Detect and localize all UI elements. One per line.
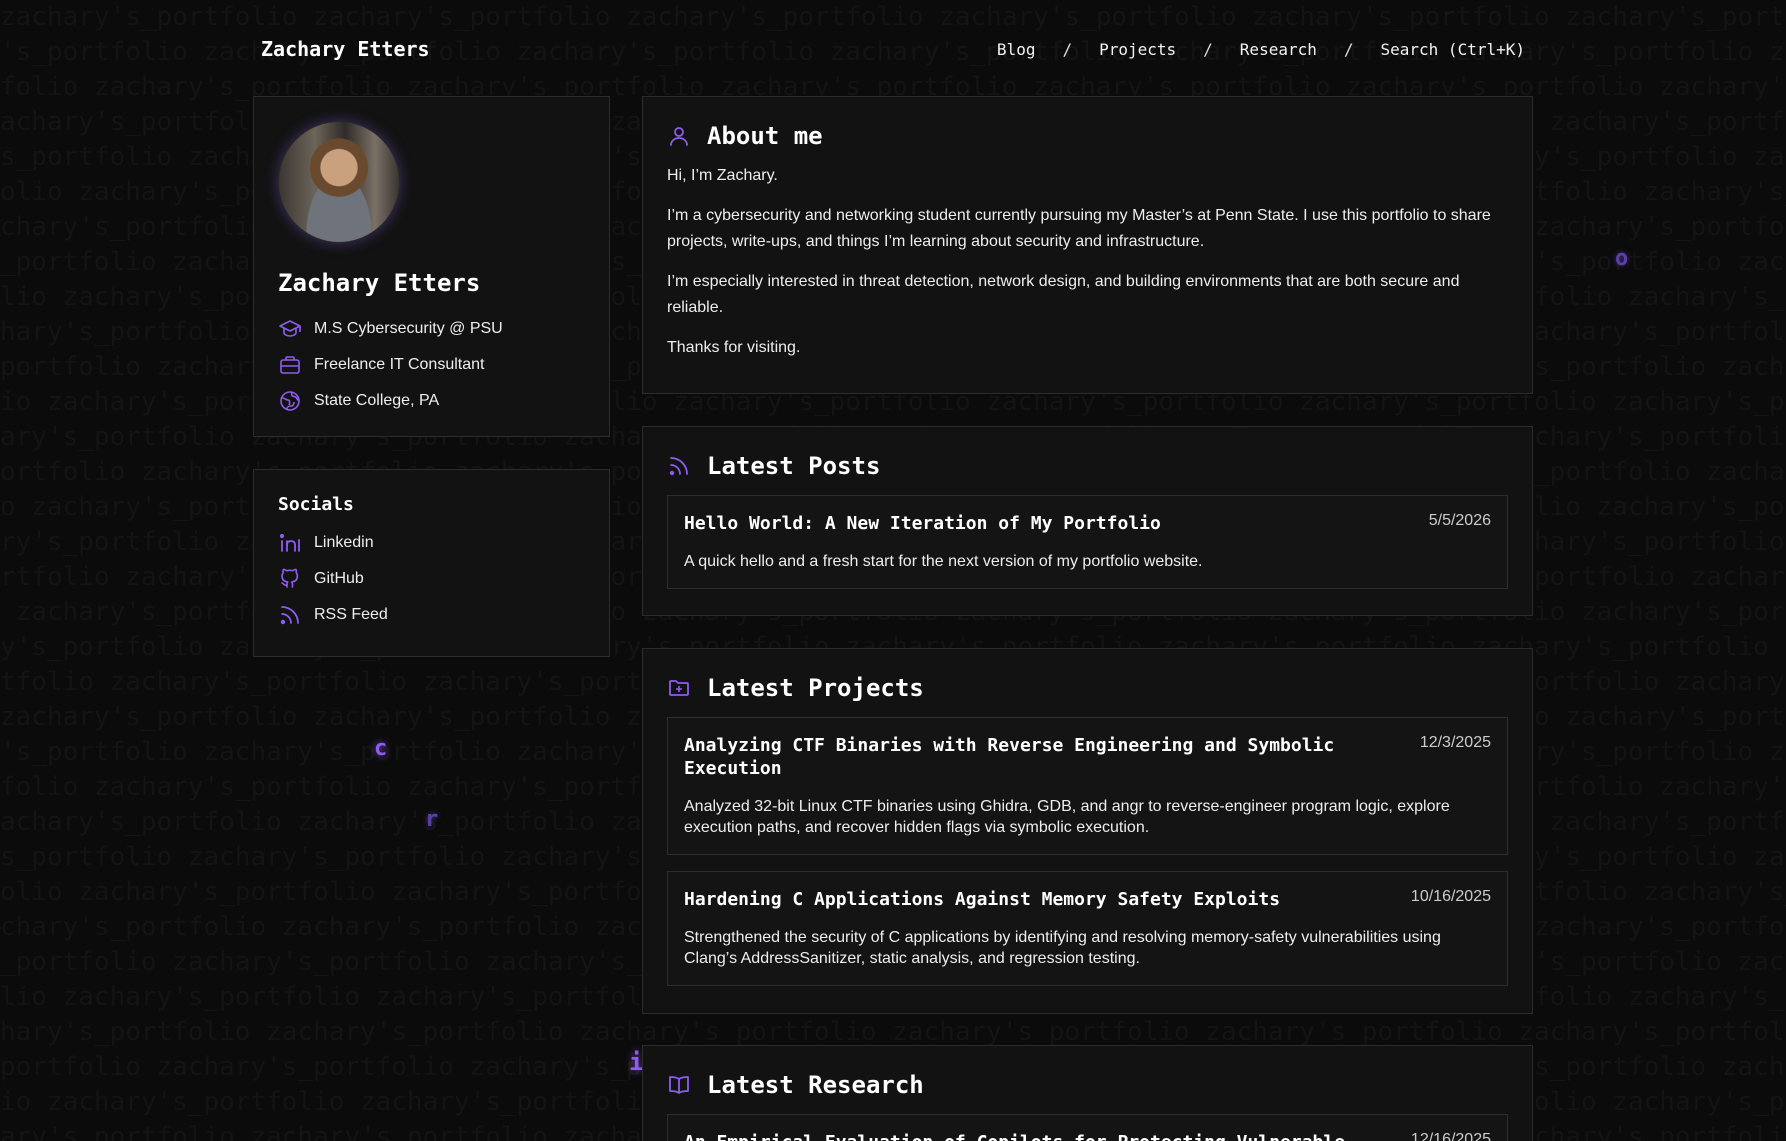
section-title: About me bbox=[667, 121, 1508, 151]
post-date: 5/5/2026 bbox=[1428, 512, 1491, 529]
nav-search-button[interactable]: Search (Ctrl+K) bbox=[1381, 40, 1526, 59]
about-paragraph: Hi, I’m Zachary. bbox=[667, 167, 778, 184]
nav-separator: / bbox=[1203, 39, 1213, 59]
nav-links: Blog / Projects / Research / Search (Ctr… bbox=[997, 40, 1525, 59]
linkedin-icon bbox=[279, 533, 300, 552]
top-navigation: Zachary Etters Blog / Projects / Researc… bbox=[261, 34, 1525, 64]
about-paragraph: I’m especially interested in threat dete… bbox=[667, 273, 1460, 316]
about-paragraph: I’m a cybersecurity and networking stude… bbox=[667, 207, 1491, 250]
background-pattern-line: zachary's_portfolio zachary's_portfolio … bbox=[0, 2, 1786, 32]
research-date: 12/16/2025 bbox=[1410, 1131, 1491, 1141]
section-title-text: Latest Projects bbox=[707, 674, 924, 702]
section-title: Latest Posts bbox=[667, 451, 1508, 481]
globe-icon bbox=[280, 391, 300, 411]
nav-separator: / bbox=[1343, 39, 1354, 59]
briefcase-icon bbox=[280, 356, 300, 374]
social-link-label: Linkedin bbox=[314, 534, 374, 551]
social-link-linkedin[interactable]: Linkedin bbox=[278, 525, 585, 561]
section-title-text: Latest Posts bbox=[707, 452, 881, 480]
latest-projects-section: Latest Projects Analyzing CTF Binaries w… bbox=[642, 648, 1533, 1014]
project-date: 12/3/2025 bbox=[1419, 734, 1491, 751]
profile-details: M.S Cybersecurity @ PSU Freelance IT Con… bbox=[278, 311, 585, 419]
social-link-label: GitHub bbox=[314, 570, 364, 587]
socials-card: Socials Linkedin GitHub RSS Feed bbox=[253, 469, 610, 657]
nav-research-link[interactable]: Research bbox=[1240, 40, 1317, 59]
section-title-text: Latest Research bbox=[707, 1071, 924, 1099]
socials-title: Socials bbox=[278, 494, 354, 515]
floating-glyph: o bbox=[1615, 246, 1629, 271]
nav-blog-link[interactable]: Blog bbox=[997, 40, 1036, 59]
social-link-rss[interactable]: RSS Feed bbox=[278, 597, 585, 633]
site-brand[interactable]: Zachary Etters bbox=[261, 37, 430, 61]
profile-detail-text: M.S Cybersecurity @ PSU bbox=[314, 320, 503, 337]
nav-projects-link[interactable]: Projects bbox=[1099, 40, 1176, 59]
folder-icon bbox=[669, 680, 689, 696]
latest-posts-section: Latest Posts Hello World: A New Iteratio… bbox=[642, 426, 1533, 616]
project-item[interactable]: Hardening C Applications Against Memory … bbox=[667, 871, 1508, 986]
floating-glyph: r bbox=[425, 807, 439, 832]
github-icon bbox=[281, 568, 299, 588]
post-title[interactable]: Hello World: A New Iteration of My Portf… bbox=[684, 512, 1161, 535]
research-item[interactable]: An Empirical Evaluation of Copilots for … bbox=[667, 1114, 1508, 1141]
profile-detail-education: M.S Cybersecurity @ PSU bbox=[278, 311, 585, 347]
profile-detail-text: Freelance IT Consultant bbox=[314, 356, 485, 373]
profile-card: Zachary Etters M.S Cybersecurity @ PSU F… bbox=[253, 96, 610, 437]
social-link-label: RSS Feed bbox=[314, 606, 388, 623]
project-description: Analyzed 32-bit Linux CTF binaries using… bbox=[684, 798, 1450, 836]
social-link-github[interactable]: GitHub bbox=[278, 561, 585, 597]
profile-name: Zachary Etters bbox=[278, 269, 481, 297]
post-description: A quick hello and a fresh start for the … bbox=[684, 553, 1203, 570]
project-date: 10/16/2025 bbox=[1410, 888, 1491, 905]
rss-icon bbox=[669, 457, 688, 476]
profile-detail-text: State College, PA bbox=[314, 392, 440, 409]
section-title: Latest Projects bbox=[667, 673, 1508, 703]
section-title: Latest Research bbox=[667, 1070, 1508, 1100]
research-title[interactable]: An Empirical Evaluation of Copilots for … bbox=[684, 1131, 1345, 1141]
book-icon bbox=[669, 1076, 689, 1094]
profile-detail-location: State College, PA bbox=[278, 383, 585, 419]
project-description: Strengthened the security of C applicati… bbox=[684, 929, 1441, 967]
avatar bbox=[278, 121, 400, 243]
section-title-text: About me bbox=[707, 122, 823, 150]
rss-icon bbox=[280, 606, 299, 625]
graduation-cap-icon bbox=[279, 320, 301, 337]
about-section: About me Hi, I’m Zachary. I’m a cybersec… bbox=[642, 96, 1533, 394]
user-icon bbox=[670, 127, 688, 146]
latest-research-section: Latest Research An Empirical Evaluation … bbox=[642, 1045, 1533, 1141]
post-item[interactable]: Hello World: A New Iteration of My Portf… bbox=[667, 495, 1508, 589]
nav-separator: / bbox=[1062, 39, 1073, 59]
profile-detail-work: Freelance IT Consultant bbox=[278, 347, 585, 383]
project-item[interactable]: Analyzing CTF Binaries with Reverse Engi… bbox=[667, 717, 1508, 855]
project-title[interactable]: Analyzing CTF Binaries with Reverse Engi… bbox=[684, 734, 1374, 780]
floating-glyph: c bbox=[374, 736, 388, 761]
project-title[interactable]: Hardening C Applications Against Memory … bbox=[684, 888, 1280, 911]
about-paragraph: Thanks for visiting. bbox=[667, 339, 801, 356]
